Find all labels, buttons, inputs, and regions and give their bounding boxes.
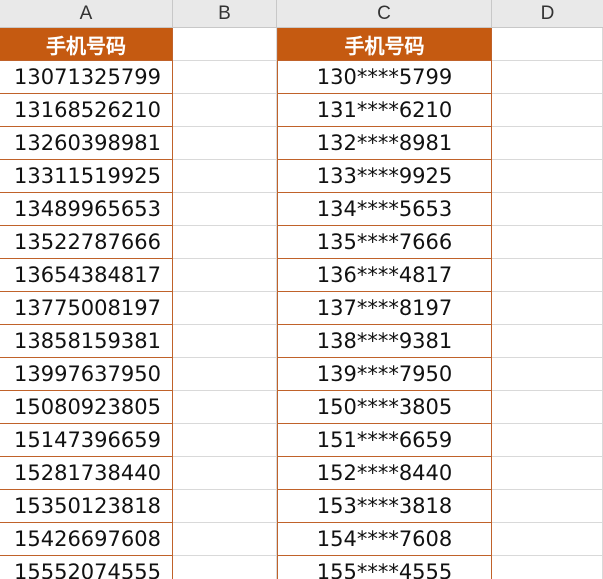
cell-phone-original[interactable]: 13489965653 bbox=[0, 193, 173, 226]
cell-phone-masked[interactable]: 139****7950 bbox=[277, 358, 492, 391]
table-row: 15147396659 151****6659 bbox=[0, 424, 603, 457]
cell-phone-masked[interactable]: 130****5799 bbox=[277, 61, 492, 94]
empty-cell[interactable] bbox=[173, 94, 277, 127]
empty-cell[interactable] bbox=[492, 556, 603, 579]
table-row: 13654384817 136****4817 bbox=[0, 259, 603, 292]
empty-cell[interactable] bbox=[173, 28, 277, 61]
empty-cell[interactable] bbox=[492, 127, 603, 160]
spreadsheet: A B C D 手机号码 手机号码 13071325799 130****5799… bbox=[0, 0, 603, 579]
table-row: 15426697608 154****7608 bbox=[0, 523, 603, 556]
table-row: 13489965653 134****5653 bbox=[0, 193, 603, 226]
cell-grid: 手机号码 手机号码 13071325799 130****5799 13168526… bbox=[0, 28, 603, 579]
table-row: 13997637950 139****7950 bbox=[0, 358, 603, 391]
table-header-row: 手机号码 手机号码 bbox=[0, 28, 603, 61]
empty-cell[interactable] bbox=[173, 259, 277, 292]
empty-cell[interactable] bbox=[492, 259, 603, 292]
empty-cell[interactable] bbox=[173, 160, 277, 193]
cell-phone-original[interactable]: 15147396659 bbox=[0, 424, 173, 457]
cell-phone-masked[interactable]: 134****5653 bbox=[277, 193, 492, 226]
table-row: 15350123818 153****3818 bbox=[0, 490, 603, 523]
empty-cell[interactable] bbox=[492, 358, 603, 391]
empty-cell[interactable] bbox=[173, 292, 277, 325]
empty-cell[interactable] bbox=[173, 127, 277, 160]
empty-cell[interactable] bbox=[173, 457, 277, 490]
cell-phone-original[interactable]: 13775008197 bbox=[0, 292, 173, 325]
cell-phone-original[interactable]: 15350123818 bbox=[0, 490, 173, 523]
empty-cell[interactable] bbox=[173, 61, 277, 94]
cell-phone-masked[interactable]: 151****6659 bbox=[277, 424, 492, 457]
empty-cell[interactable] bbox=[173, 226, 277, 259]
cell-phone-original[interactable]: 15281738440 bbox=[0, 457, 173, 490]
column-header-b[interactable]: B bbox=[173, 0, 277, 27]
cell-phone-masked[interactable]: 136****4817 bbox=[277, 259, 492, 292]
empty-cell[interactable] bbox=[492, 94, 603, 127]
empty-cell[interactable] bbox=[173, 424, 277, 457]
empty-cell[interactable] bbox=[492, 61, 603, 94]
cell-phone-original[interactable]: 13311519925 bbox=[0, 160, 173, 193]
cell-phone-original[interactable]: 13071325799 bbox=[0, 61, 173, 94]
cell-phone-original[interactable]: 13260398981 bbox=[0, 127, 173, 160]
empty-cell[interactable] bbox=[492, 391, 603, 424]
header-cell-phone-original[interactable]: 手机号码 bbox=[0, 28, 173, 61]
table-row: 13071325799 130****5799 bbox=[0, 61, 603, 94]
table-row: 13858159381 138****9381 bbox=[0, 325, 603, 358]
cell-phone-original[interactable]: 13654384817 bbox=[0, 259, 173, 292]
empty-cell[interactable] bbox=[492, 193, 603, 226]
cell-phone-original[interactable]: 13522787666 bbox=[0, 226, 173, 259]
cell-phone-original[interactable]: 15080923805 bbox=[0, 391, 173, 424]
empty-cell[interactable] bbox=[173, 523, 277, 556]
table-row: 13168526210 131****6210 bbox=[0, 94, 603, 127]
table-row: 13311519925 133****9925 bbox=[0, 160, 603, 193]
table-row: 13522787666 135****7666 bbox=[0, 226, 603, 259]
empty-cell[interactable] bbox=[492, 523, 603, 556]
empty-cell[interactable] bbox=[492, 325, 603, 358]
cell-phone-original[interactable]: 15552074555 bbox=[0, 556, 173, 579]
cell-phone-masked[interactable]: 137****8197 bbox=[277, 292, 492, 325]
cell-phone-masked[interactable]: 154****7608 bbox=[277, 523, 492, 556]
cell-phone-original[interactable]: 15426697608 bbox=[0, 523, 173, 556]
cell-phone-original[interactable]: 13997637950 bbox=[0, 358, 173, 391]
cell-phone-masked[interactable]: 155****4555 bbox=[277, 556, 492, 579]
table-row: 13260398981 132****8981 bbox=[0, 127, 603, 160]
cell-phone-masked[interactable]: 132****8981 bbox=[277, 127, 492, 160]
cell-phone-masked[interactable]: 133****9925 bbox=[277, 160, 492, 193]
column-header-row: A B C D bbox=[0, 0, 603, 28]
table-row: 15080923805 150****3805 bbox=[0, 391, 603, 424]
cell-phone-masked[interactable]: 135****7666 bbox=[277, 226, 492, 259]
header-cell-phone-masked[interactable]: 手机号码 bbox=[277, 28, 492, 61]
empty-cell[interactable] bbox=[492, 226, 603, 259]
empty-cell[interactable] bbox=[492, 160, 603, 193]
cell-phone-masked[interactable]: 150****3805 bbox=[277, 391, 492, 424]
table-row: 13775008197 137****8197 bbox=[0, 292, 603, 325]
empty-cell[interactable] bbox=[492, 424, 603, 457]
empty-cell[interactable] bbox=[173, 556, 277, 579]
column-header-c[interactable]: C bbox=[277, 0, 492, 27]
empty-cell[interactable] bbox=[492, 292, 603, 325]
cell-phone-original[interactable]: 13168526210 bbox=[0, 94, 173, 127]
column-header-a[interactable]: A bbox=[0, 0, 173, 27]
empty-cell[interactable] bbox=[173, 391, 277, 424]
cell-phone-masked[interactable]: 153****3818 bbox=[277, 490, 492, 523]
empty-cell[interactable] bbox=[173, 325, 277, 358]
cell-phone-masked[interactable]: 131****6210 bbox=[277, 94, 492, 127]
empty-cell[interactable] bbox=[173, 358, 277, 391]
empty-cell[interactable] bbox=[173, 193, 277, 226]
empty-cell[interactable] bbox=[173, 490, 277, 523]
empty-cell[interactable] bbox=[492, 490, 603, 523]
column-header-d[interactable]: D bbox=[492, 0, 603, 27]
table-row: 15281738440 152****8440 bbox=[0, 457, 603, 490]
empty-cell[interactable] bbox=[492, 457, 603, 490]
table-row: 15552074555 155****4555 bbox=[0, 556, 603, 579]
empty-cell[interactable] bbox=[492, 28, 603, 61]
cell-phone-masked[interactable]: 138****9381 bbox=[277, 325, 492, 358]
cell-phone-masked[interactable]: 152****8440 bbox=[277, 457, 492, 490]
cell-phone-original[interactable]: 13858159381 bbox=[0, 325, 173, 358]
